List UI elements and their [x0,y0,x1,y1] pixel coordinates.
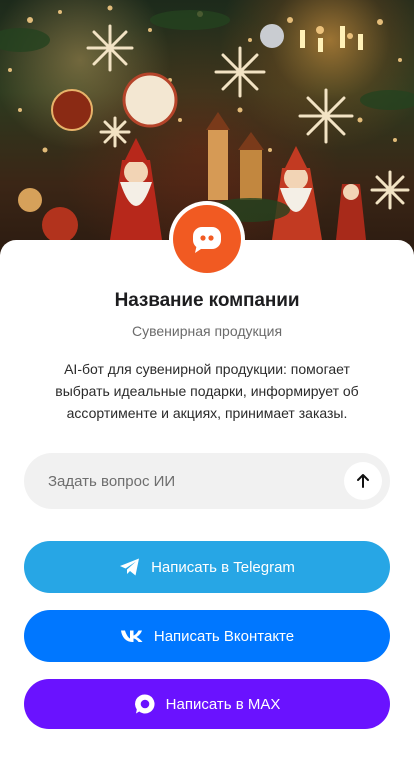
company-category: Сувенирная продукция [131,323,283,339]
telegram-button[interactable]: Написать в Telegram [24,541,390,593]
max-button-label: Написать в MAX [165,695,281,713]
company-logo [169,201,245,277]
max-button[interactable]: Написать в MAX [24,679,390,729]
send-button[interactable] [344,462,382,500]
telegram-button-label: Написать в Telegram [151,558,295,576]
arrow-up-icon [355,473,371,489]
chat-bubble-icon [173,205,241,273]
vk-button[interactable]: Написать Вконтакте [24,610,390,662]
telegram-icon [119,557,141,577]
vk-icon [120,629,144,643]
ask-ai-field [24,453,390,509]
ask-ai-input[interactable] [48,472,344,490]
vk-button-label: Написать Вконтакте [153,627,295,645]
company-name: Название компании [114,290,300,311]
max-icon [134,693,156,715]
company-description: AI-бот для сувенирной продукции: помогае… [55,361,359,421]
